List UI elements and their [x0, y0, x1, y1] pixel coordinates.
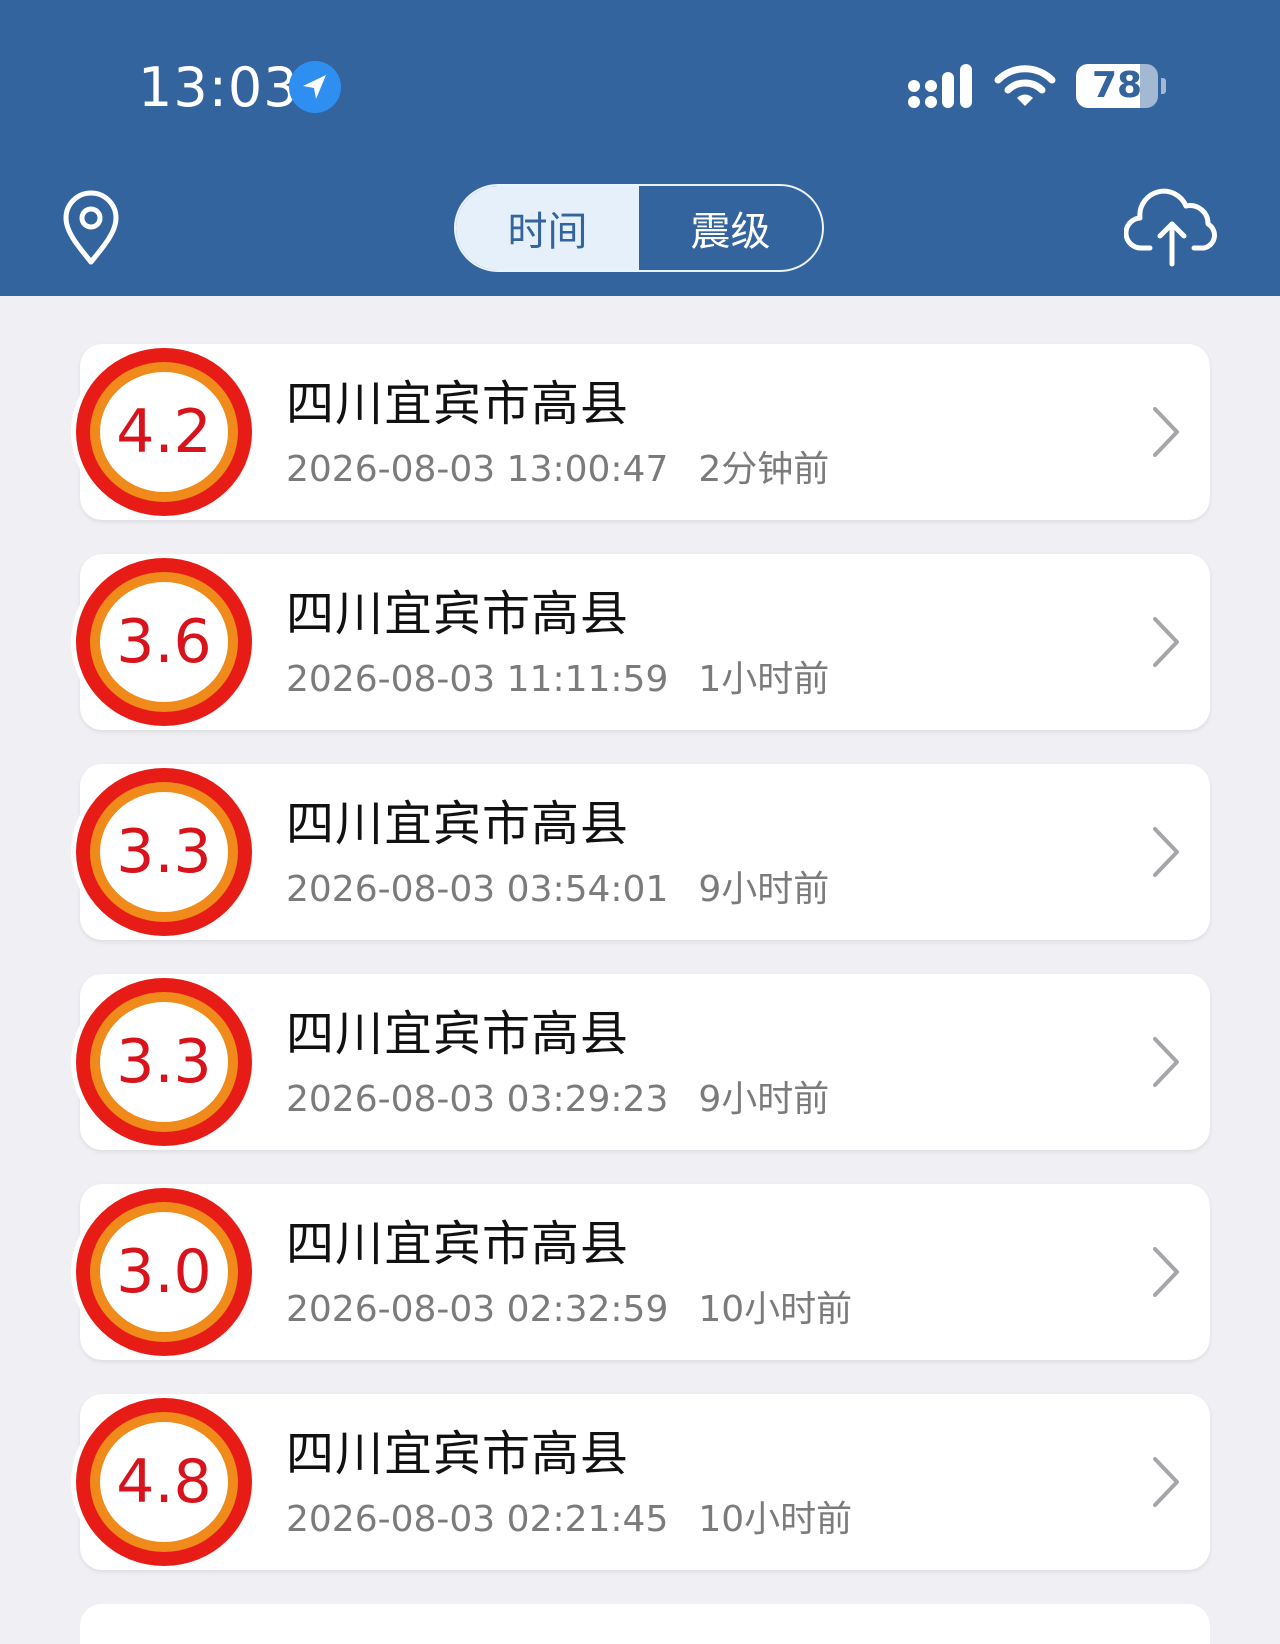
location-arrow-icon — [289, 61, 341, 113]
quake-time: 2026-08-03 13:00:47 2分钟前 — [286, 448, 829, 492]
quake-relative-time: 9小时前 — [698, 869, 830, 910]
quake-time: 2026-08-03 02:21:45 10小时前 — [286, 1498, 852, 1542]
quake-relative-time: 1小时前 — [698, 659, 830, 700]
quake-location: 四川宜宾市高县 — [286, 796, 630, 852]
chevron-right-icon — [1153, 1457, 1179, 1507]
tab-magnitude[interactable]: 震级 — [639, 186, 822, 270]
magnitude-badge: 3.3 — [76, 768, 252, 936]
magnitude-value: 4.2 — [100, 372, 228, 492]
battery-indicator: 78 — [1076, 64, 1166, 110]
magnitude-badge: 3.0 — [76, 1188, 252, 1356]
quake-list-item[interactable]: 3.3 四川宜宾市高县 2026-08-03 03:29:23 9小时前 — [76, 974, 1210, 1150]
quake-list-item[interactable]: 3.0 四川宜宾市高县 2026-08-03 02:32:59 10小时前 — [76, 1184, 1210, 1360]
quake-datetime: 2026-08-03 02:32:59 — [286, 1289, 669, 1330]
chevron-right-icon — [1153, 1247, 1179, 1297]
tab-time[interactable]: 时间 — [456, 186, 639, 270]
magnitude-badge: 3.3 — [76, 978, 252, 1146]
status-time: 13:03 — [138, 56, 299, 119]
chevron-right-icon — [1153, 617, 1179, 667]
quake-time: 2026-08-03 02:32:59 10小时前 — [286, 1288, 852, 1332]
quake-time: 2026-08-03 03:29:23 9小时前 — [286, 1078, 829, 1122]
magnitude-badge: 4.8 — [76, 1398, 252, 1566]
quake-location: 四川宜宾市高县 — [286, 1216, 630, 1272]
magnitude-badge: 3.6 — [76, 558, 252, 726]
chevron-right-icon — [1153, 827, 1179, 877]
cloud-upload-icon[interactable] — [1124, 186, 1220, 268]
quake-relative-time: 10小时前 — [698, 1499, 853, 1540]
quake-list-item-partial[interactable] — [80, 1604, 1210, 1644]
location-pin-icon[interactable] — [58, 190, 124, 266]
chevron-right-icon — [1153, 407, 1179, 457]
quake-datetime: 2026-08-03 02:21:45 — [286, 1499, 669, 1540]
quake-location: 四川宜宾市高县 — [286, 586, 630, 642]
quake-time: 2026-08-03 11:11:59 1小时前 — [286, 658, 829, 702]
magnitude-value: 3.3 — [100, 792, 228, 912]
quake-location: 四川宜宾市高县 — [286, 1006, 630, 1062]
quake-datetime: 2026-08-03 11:11:59 — [286, 659, 669, 700]
magnitude-value: 3.6 — [100, 582, 228, 702]
quake-datetime: 2026-08-03 03:54:01 — [286, 869, 669, 910]
quake-relative-time: 2分钟前 — [698, 449, 830, 490]
app-header: 13:03 78 时间 震级 — [0, 0, 1280, 296]
sort-segmented-control: 时间 震级 — [454, 184, 824, 272]
quake-datetime: 2026-08-03 13:00:47 — [286, 449, 669, 490]
wifi-icon — [994, 65, 1056, 106]
chevron-right-icon — [1153, 1037, 1179, 1087]
quake-datetime: 2026-08-03 03:29:23 — [286, 1079, 669, 1120]
quake-relative-time: 9小时前 — [698, 1079, 830, 1120]
quake-list-item[interactable]: 3.3 四川宜宾市高县 2026-08-03 03:54:01 9小时前 — [76, 764, 1210, 940]
quake-location: 四川宜宾市高县 — [286, 1426, 630, 1482]
quake-list-item[interactable]: 4.8 四川宜宾市高县 2026-08-03 02:21:45 10小时前 — [76, 1394, 1210, 1570]
battery-percent: 78 — [1091, 65, 1143, 106]
quake-time: 2026-08-03 03:54:01 9小时前 — [286, 868, 829, 912]
quake-list-item[interactable]: 3.6 四川宜宾市高县 2026-08-03 11:11:59 1小时前 — [76, 554, 1210, 730]
magnitude-value: 3.0 — [100, 1212, 228, 1332]
magnitude-value: 3.3 — [100, 1002, 228, 1122]
quake-relative-time: 10小时前 — [698, 1289, 853, 1330]
cellular-signal-icon — [908, 64, 972, 108]
quake-list-item[interactable]: 4.2 四川宜宾市高县 2026-08-03 13:00:47 2分钟前 — [76, 344, 1210, 520]
magnitude-badge: 4.2 — [76, 348, 252, 516]
quake-location: 四川宜宾市高县 — [286, 376, 630, 432]
magnitude-value: 4.8 — [100, 1422, 228, 1542]
